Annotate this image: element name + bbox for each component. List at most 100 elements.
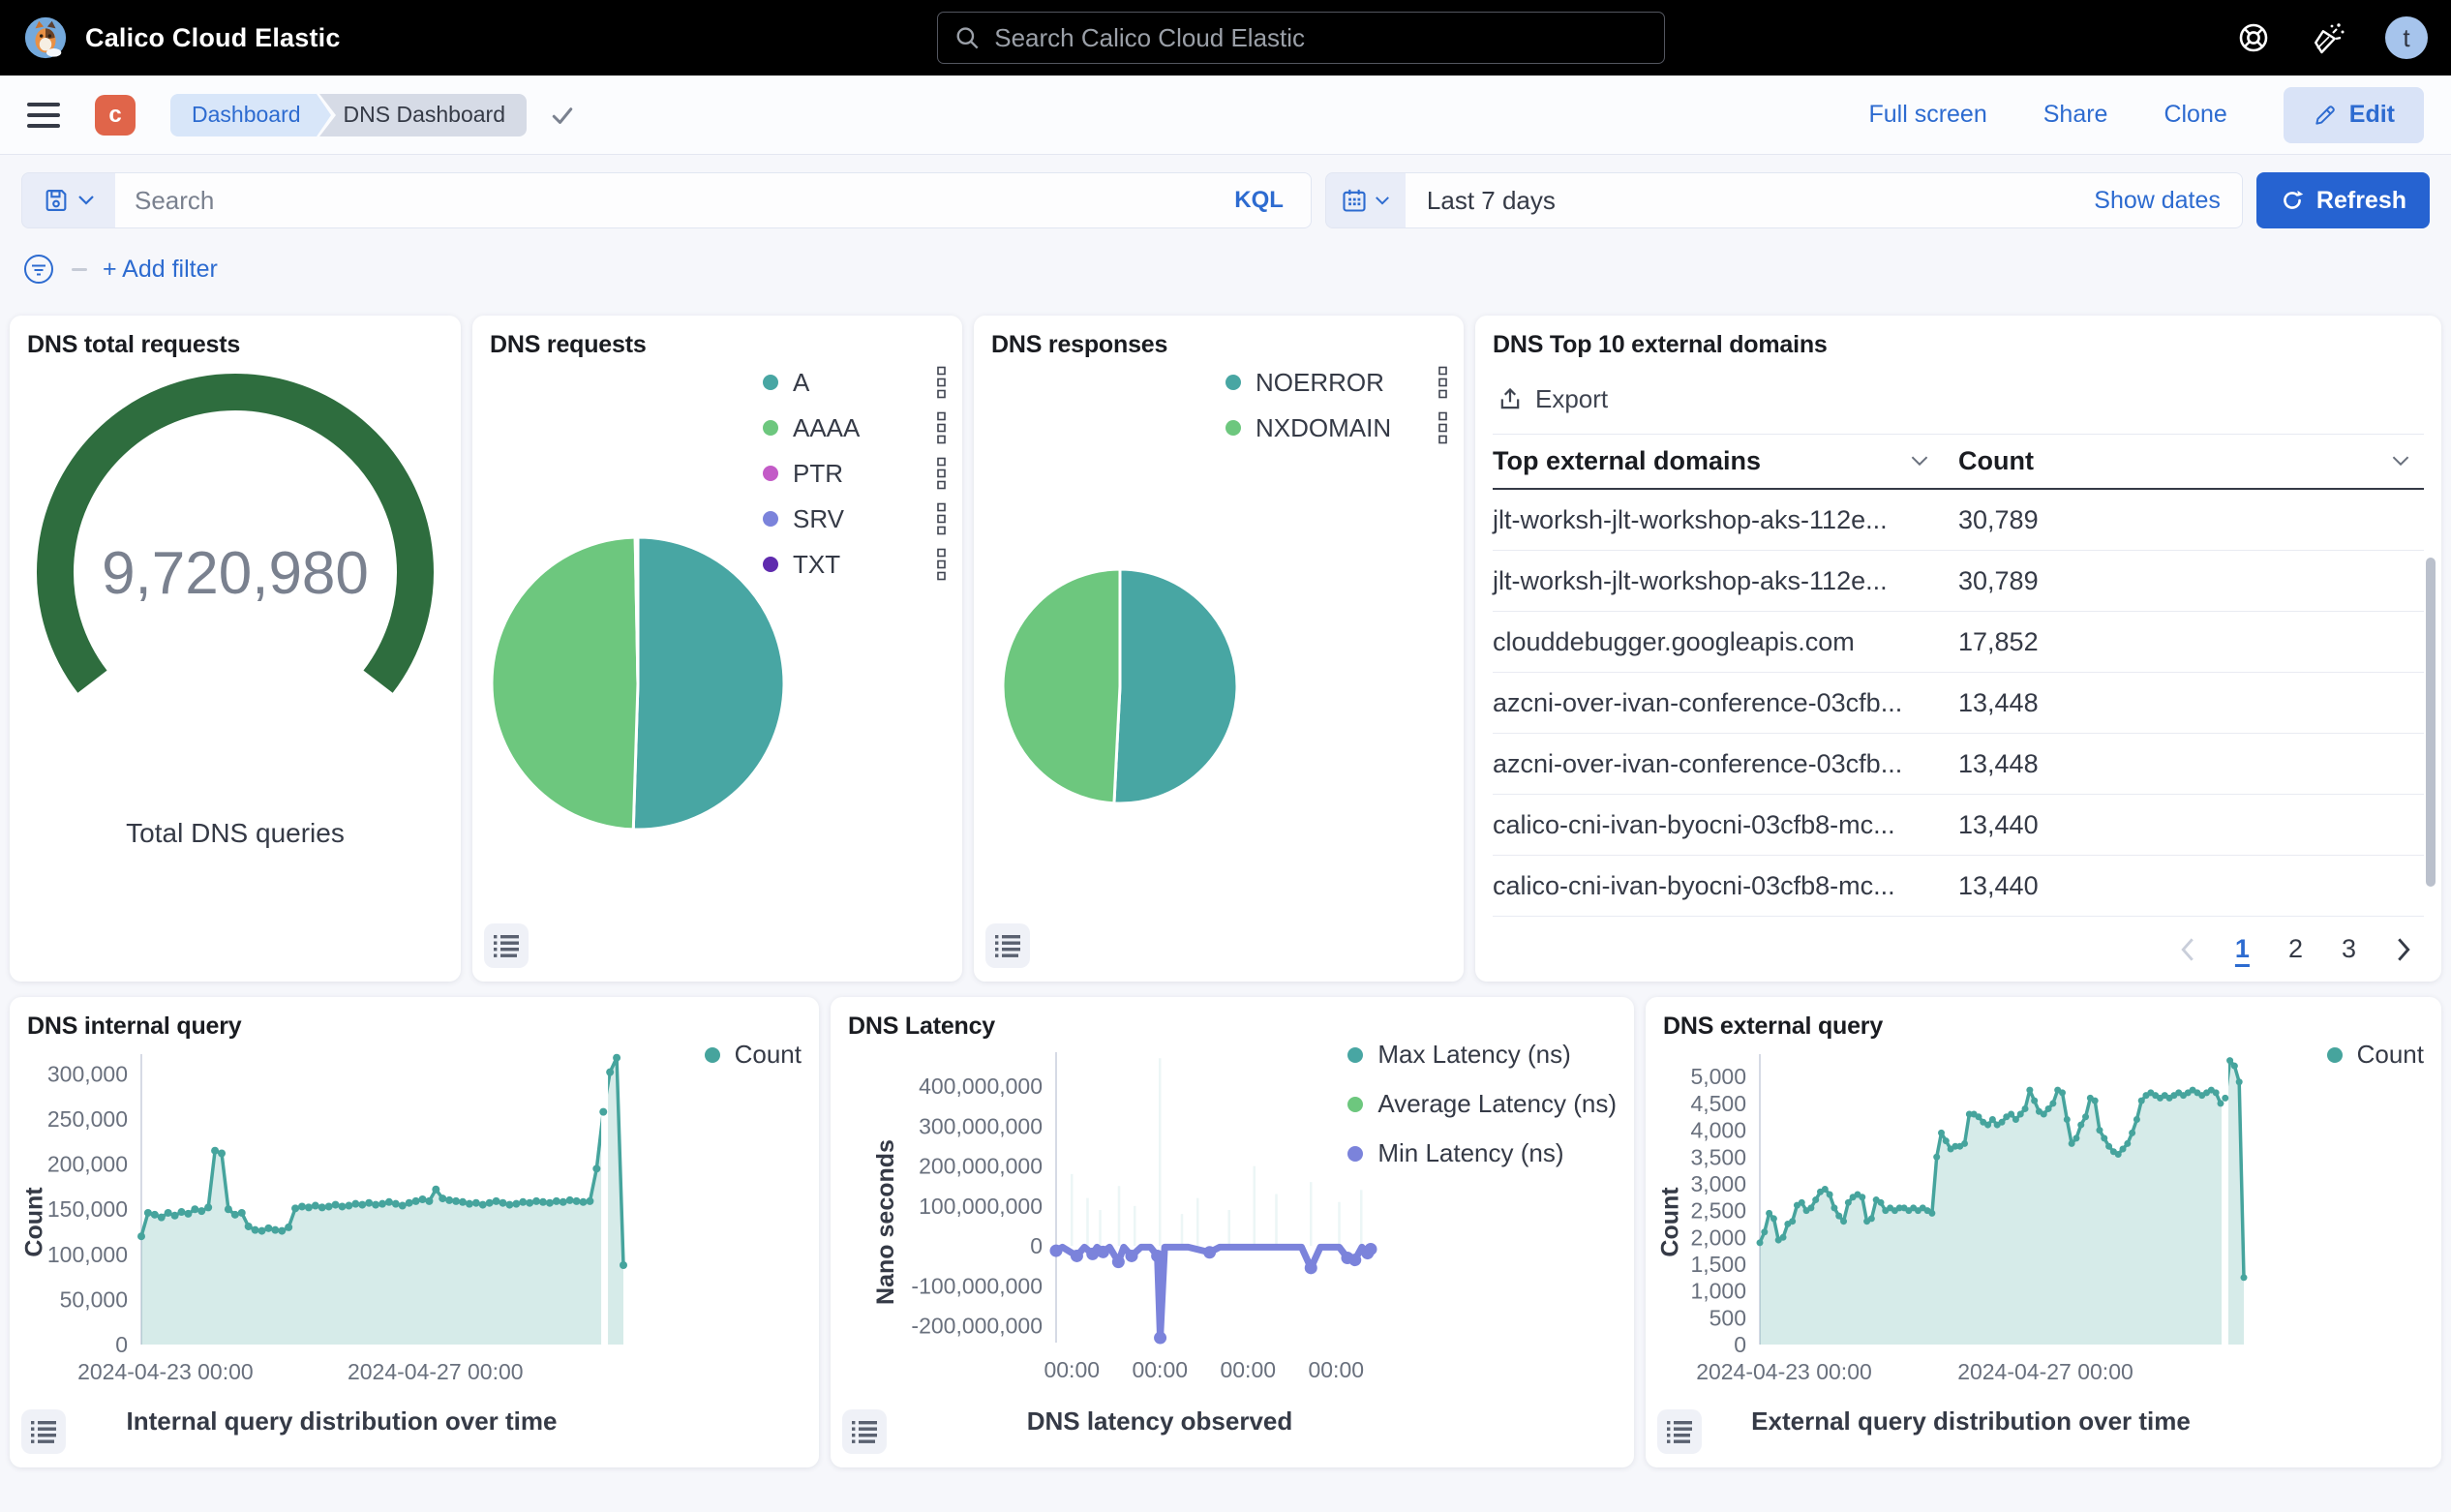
table-row: calico-cni-ivan-byocni-03cfb8-mc...13,44…: [1493, 795, 2424, 856]
svg-text:00:00: 00:00: [1220, 1357, 1276, 1382]
count-cell: 13,440: [1958, 871, 2424, 901]
svg-text:200,000,000: 200,000,000: [919, 1154, 1043, 1179]
clone-button[interactable]: Clone: [2164, 101, 2226, 129]
global-search-input[interactable]: [994, 23, 1649, 53]
x-axis-title: DNS latency observed: [848, 1406, 1471, 1436]
legend-label: SRV: [793, 504, 844, 534]
svg-text:0: 0: [1734, 1332, 1746, 1357]
svg-text:3,500: 3,500: [1690, 1144, 1746, 1169]
column-header-domains[interactable]: Top external domains: [1493, 446, 1958, 476]
panel-dns-responses: DNS responses NOERROR NXDOMAIN: [974, 316, 1464, 982]
panel-title: DNS requests: [490, 331, 945, 359]
export-button[interactable]: Export: [1497, 384, 1642, 414]
breadcrumb-current: DNS Dashboard: [313, 94, 527, 136]
sort-chevron-icon: [1910, 455, 1929, 468]
breadcrumb-dashboard-label: Dashboard: [192, 102, 301, 128]
legend-label: AAAA: [793, 413, 860, 443]
full-screen-button[interactable]: Full screen: [1868, 101, 1986, 129]
add-filter-button[interactable]: + Add filter: [103, 256, 218, 284]
legend-item[interactable]: NXDOMAIN: [1226, 411, 1448, 444]
menu-hamburger-icon[interactable]: [27, 103, 60, 128]
date-quick-menu-button[interactable]: [1326, 173, 1406, 227]
svg-text:400,000,000: 400,000,000: [919, 1074, 1043, 1099]
legend: NOERROR NXDOMAIN: [1226, 366, 1448, 444]
y-axis-label: Count: [1657, 1188, 1685, 1257]
page-number-2[interactable]: 2: [2288, 934, 2303, 964]
list-icon: [851, 1419, 878, 1444]
legend-actions-icon[interactable]: [936, 502, 947, 535]
space-badge[interactable]: c: [95, 95, 136, 136]
pagination-next-icon[interactable]: [2395, 937, 2412, 962]
domain-cell: azcni-over-ivan-conference-03cfb...: [1493, 749, 1958, 779]
page-number-1[interactable]: 1: [2235, 934, 2250, 964]
panel-list-button[interactable]: [484, 923, 529, 968]
panel-top-external-domains: DNS Top 10 external domains Export Top e…: [1475, 316, 2441, 982]
svg-text:2024-04-23 00:00: 2024-04-23 00:00: [77, 1359, 254, 1384]
refresh-button[interactable]: Refresh: [2256, 172, 2430, 228]
legend: AAAAAPTRSRVTXT: [763, 366, 947, 581]
saved-query-menu-button[interactable]: [22, 173, 115, 227]
svg-text:0: 0: [115, 1332, 128, 1357]
breadcrumb-dashboard[interactable]: Dashboard: [170, 94, 317, 136]
query-input-group: KQL: [21, 172, 1312, 228]
svg-text:300,000,000: 300,000,000: [919, 1113, 1043, 1138]
table-body: jlt-worksh-jlt-workshop-aks-112e...30,78…: [1493, 490, 2424, 917]
share-button[interactable]: Share: [2043, 101, 2108, 129]
column-header-count[interactable]: Count: [1958, 446, 2424, 476]
global-search[interactable]: [937, 12, 1665, 64]
panel-list-button[interactable]: [985, 923, 1030, 968]
legend-item[interactable]: PTR: [763, 457, 947, 490]
news-party-popper-icon[interactable]: [2310, 19, 2346, 56]
panel-title: DNS Latency: [848, 1013, 1617, 1041]
filter-icon[interactable]: [21, 252, 56, 287]
list-icon: [30, 1419, 57, 1444]
table-scrollbar[interactable]: [2426, 558, 2436, 887]
svg-text:250,000: 250,000: [47, 1106, 128, 1132]
pagination-prev-icon[interactable]: [2179, 937, 2196, 962]
area-chart: 050,000100,000150,000200,000250,000300,0…: [27, 1043, 802, 1407]
area-chart: 05001,0001,5002,0002,5003,0003,5004,0004…: [1663, 1043, 2424, 1407]
user-avatar[interactable]: t: [2385, 16, 2428, 59]
legend-label: PTR: [793, 459, 843, 489]
breadcrumb: Dashboard DNS Dashboard: [170, 94, 577, 136]
help-icon[interactable]: [2236, 20, 2271, 55]
panel-title: DNS responses: [991, 331, 1446, 359]
panel-list-button[interactable]: [842, 1409, 887, 1454]
legend-actions-icon[interactable]: [1437, 366, 1448, 399]
panel-title: DNS total requests: [27, 331, 443, 359]
chevron-down-icon: [77, 195, 95, 206]
legend-item[interactable]: AAAA: [763, 411, 947, 444]
legend-item[interactable]: A: [763, 366, 947, 399]
panel-list-button[interactable]: [1657, 1409, 1702, 1454]
list-icon: [1666, 1419, 1693, 1444]
svg-text:4,500: 4,500: [1690, 1091, 1746, 1116]
svg-text:1,500: 1,500: [1690, 1252, 1746, 1277]
latency-chart: 400,000,000300,000,000200,000,000100,000…: [848, 1043, 1617, 1407]
pencil-icon: [2313, 103, 2338, 128]
kql-search-input[interactable]: [135, 186, 1217, 216]
table-row: azcni-over-ivan-conference-03cfb...13,44…: [1493, 673, 2424, 734]
show-dates-button[interactable]: Show dates: [2094, 187, 2221, 215]
count-cell: 17,852: [1958, 627, 2424, 657]
legend-actions-icon[interactable]: [936, 457, 947, 490]
page-number-3[interactable]: 3: [2342, 934, 2356, 964]
time-range-value[interactable]: Last 7 days: [1427, 186, 2094, 216]
svg-text:300,000: 300,000: [47, 1061, 128, 1086]
legend-actions-icon[interactable]: [1437, 411, 1448, 444]
legend-item[interactable]: NOERROR: [1226, 366, 1448, 399]
domain-cell: jlt-worksh-jlt-workshop-aks-112e...: [1493, 566, 1958, 596]
legend-item[interactable]: TXT: [763, 548, 947, 581]
pagination: 1 2 3: [2179, 934, 2412, 964]
svg-text:2024-04-27 00:00: 2024-04-27 00:00: [348, 1359, 524, 1384]
legend-swatch-icon: [763, 375, 778, 390]
legend-actions-icon[interactable]: [936, 548, 947, 581]
legend-item[interactable]: SRV: [763, 502, 947, 535]
panel-list-button[interactable]: [21, 1409, 66, 1454]
kql-language-button[interactable]: KQL: [1217, 187, 1301, 214]
svg-text:00:00: 00:00: [1132, 1357, 1188, 1382]
edit-button[interactable]: Edit: [2284, 87, 2424, 143]
column-header-label: Top external domains: [1493, 446, 1761, 476]
legend-actions-icon[interactable]: [936, 366, 947, 399]
svg-text:2024-04-27 00:00: 2024-04-27 00:00: [1957, 1359, 2133, 1384]
legend-actions-icon[interactable]: [936, 411, 947, 444]
